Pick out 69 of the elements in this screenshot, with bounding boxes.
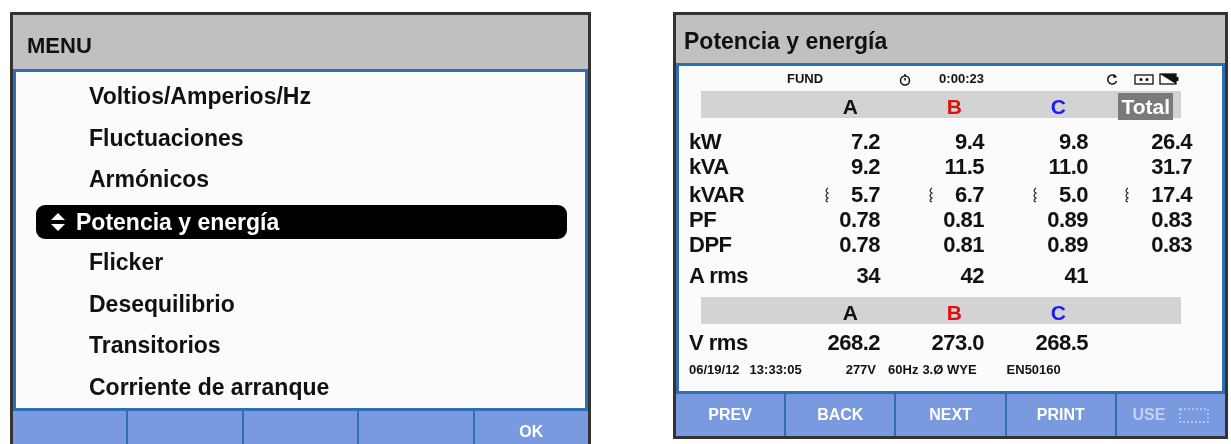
- table-value: 268.2: [827, 330, 880, 355]
- row-label: kVA: [689, 154, 730, 179]
- mode-label: FUND: [787, 70, 824, 89]
- phase-label: C: [1050, 95, 1066, 118]
- timer: 0:00:23: [939, 70, 984, 89]
- menu-item[interactable]: Potencia y energía: [36, 204, 567, 239]
- phase-label: B: [946, 301, 962, 324]
- table-value: 11.5: [944, 154, 984, 179]
- table-value: 6.7: [954, 182, 984, 207]
- table-value: 9.2: [850, 154, 880, 179]
- phase-label: A: [842, 301, 858, 324]
- coil-icon: [1030, 186, 1037, 203]
- table-value: 5.0: [1058, 182, 1088, 207]
- table-value: 273.0: [931, 330, 984, 355]
- row-label: kVAR: [689, 182, 746, 207]
- memory-card-icon: [1179, 407, 1210, 423]
- table-value: 26.4: [1151, 129, 1192, 154]
- table-value: 9.8: [1058, 129, 1088, 154]
- table-value: 11.0: [1048, 154, 1088, 179]
- table-value: 0.83: [1151, 207, 1192, 232]
- stopwatch-icon: [899, 72, 912, 86]
- table-value: 7.2: [850, 129, 880, 154]
- phase-label: A: [842, 95, 858, 118]
- menu-item[interactable]: Flicker: [16, 242, 585, 284]
- row-label: PF: [689, 207, 718, 232]
- row-label: kW: [689, 129, 723, 154]
- status-text: 3.Ø WYE: [922, 361, 977, 380]
- up-down-icon: [50, 211, 66, 232]
- screen-title: MENU: [27, 33, 92, 58]
- menu-item[interactable]: Transitorios: [16, 325, 585, 367]
- status-text: 13:33:05: [749, 361, 802, 380]
- table-value: 0.89: [1047, 207, 1088, 232]
- table-value: 0.83: [1151, 232, 1192, 257]
- table-value: 17.4: [1151, 182, 1192, 207]
- menu-item[interactable]: Fluctuaciones: [16, 117, 585, 159]
- table-value: 0.81: [943, 207, 984, 232]
- phase-label: B: [946, 95, 962, 118]
- menu-item[interactable]: Desequilibrio: [16, 283, 585, 325]
- coil-icon: [1123, 186, 1130, 203]
- table-value: 0.89: [1047, 232, 1088, 257]
- row-label: V rms: [689, 330, 749, 355]
- table-value: 41: [1064, 263, 1088, 288]
- table-value: 34: [856, 263, 880, 288]
- menu-item[interactable]: Armónicos: [16, 159, 585, 201]
- cassette-icon: [1133, 73, 1154, 85]
- table-value: 0.81: [943, 232, 984, 257]
- menu-item[interactable]: Corriente de arranque: [16, 366, 585, 408]
- table-value: 5.7: [850, 182, 880, 207]
- row-label: DPF: [689, 232, 733, 257]
- status-text: EN50160: [1006, 361, 1061, 380]
- coil-icon: [822, 186, 829, 203]
- status-text: 06/19/12: [689, 361, 740, 380]
- softkey: USE: [1116, 394, 1225, 436]
- row-label: A rms: [689, 263, 750, 288]
- refresh-icon: [1105, 72, 1118, 86]
- table-value: 0.78: [839, 232, 880, 257]
- table-value: 0.78: [839, 207, 880, 232]
- table-value: 268.5: [1035, 330, 1088, 355]
- table-value: 42: [960, 263, 984, 288]
- menu-item[interactable]: Voltios/Amperios/Hz: [16, 76, 585, 118]
- status-text: 60Hz: [888, 361, 919, 380]
- phase-label: C: [1050, 301, 1066, 324]
- screen-title: Potencia y energía: [684, 28, 888, 54]
- phase-label: Total: [1121, 96, 1170, 118]
- table-value: 9.4: [954, 129, 984, 154]
- status-text: 277V: [845, 361, 877, 380]
- table-value: 31.7: [1151, 154, 1192, 179]
- battery-icon: [1158, 73, 1179, 85]
- coil-icon: [926, 186, 933, 203]
